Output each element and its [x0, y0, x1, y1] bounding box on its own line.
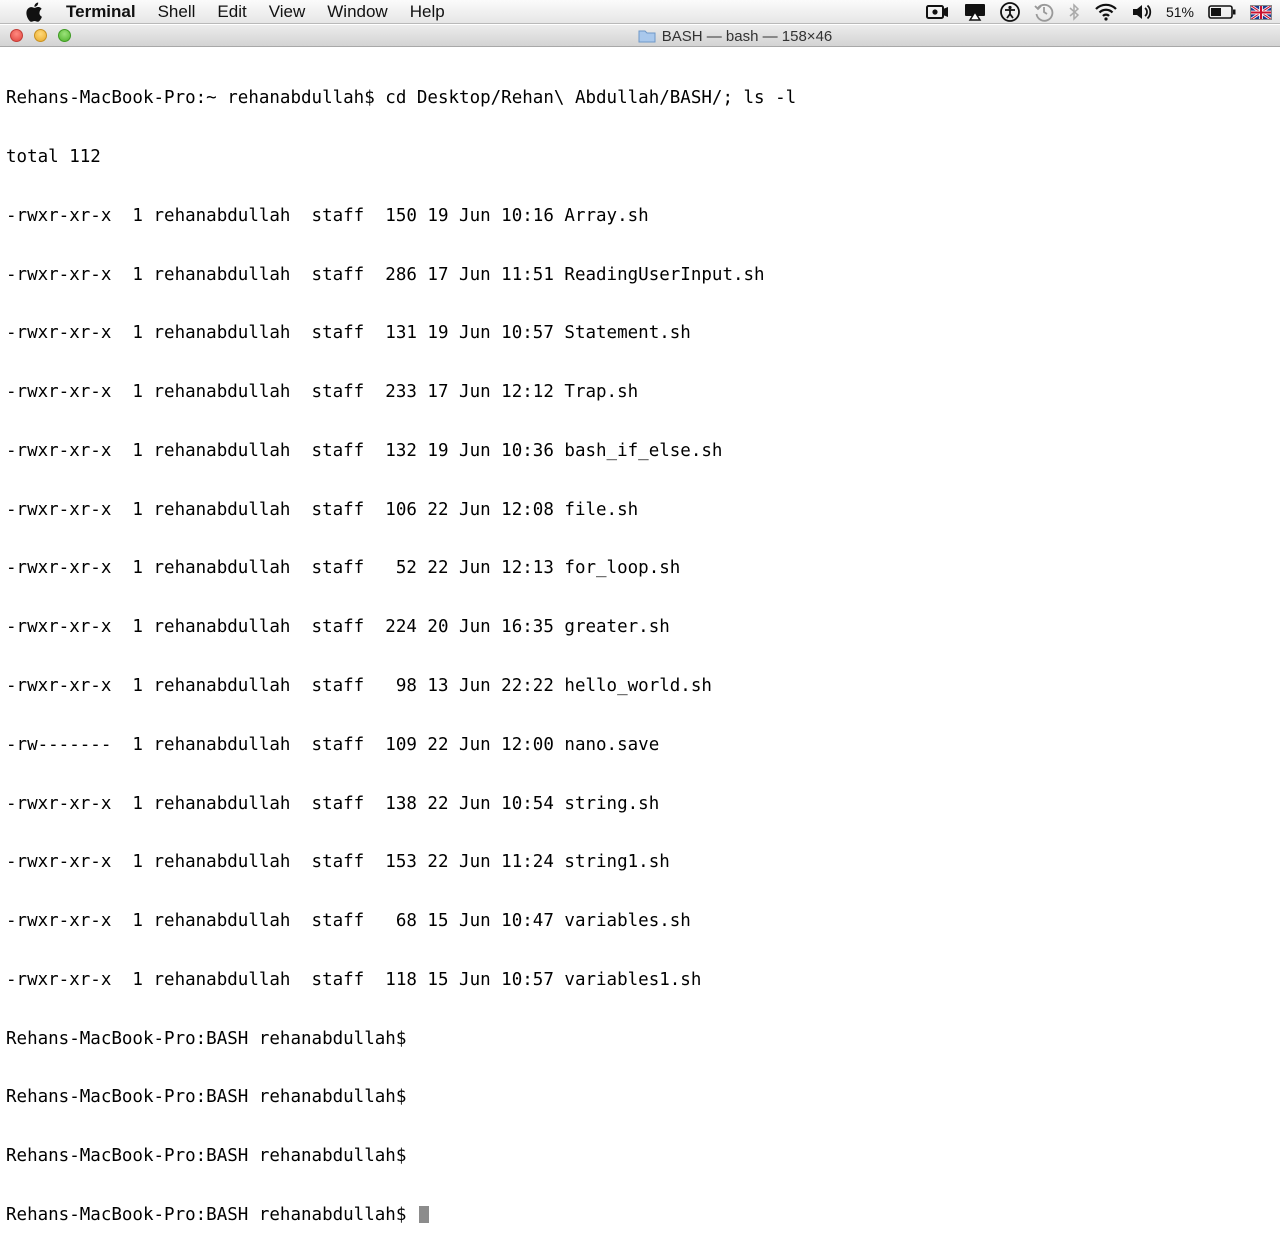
window-title-group: BASH — bash — 158×46 — [0, 25, 1280, 47]
prompt-line: Rehans-MacBook-Pro:BASH rehanabdullah$ — [6, 1146, 407, 1167]
prompt-line: Rehans-MacBook-Pro:BASH rehanabdullah$ — [6, 1028, 407, 1049]
screen-mirroring-icon[interactable] — [925, 0, 950, 24]
listing-row: -rw------- 1 rehanabdullah staff 109 22 … — [6, 734, 660, 755]
menu-window[interactable]: Window — [316, 0, 398, 24]
status-area: 51% — [925, 0, 1280, 24]
listing-row: -rwxr-xr-x 1 rehanabdullah staff 106 22 … — [6, 499, 639, 520]
listing-row: -rwxr-xr-x 1 rehanabdullah staff 52 22 J… — [6, 558, 681, 579]
airplay-icon[interactable] — [964, 0, 986, 24]
menu-view[interactable]: View — [258, 0, 317, 24]
active-prompt-line[interactable]: Rehans-MacBook-Pro:BASH rehanabdullah$ — [6, 1205, 1276, 1226]
listing-row: -rwxr-xr-x 1 rehanabdullah staff 138 22 … — [6, 793, 660, 814]
listing-row: -rwxr-xr-x 1 rehanabdullah staff 98 13 J… — [6, 676, 712, 696]
volume-icon[interactable] — [1132, 0, 1152, 24]
listing-row: -rwxr-xr-x 1 rehanabdullah staff 153 22 … — [6, 852, 670, 873]
accessibility-icon[interactable] — [1000, 0, 1020, 24]
menu-app-terminal[interactable]: Terminal — [56, 0, 147, 24]
uk-flag-icon[interactable] — [1250, 4, 1272, 20]
prompt-line: Rehans-MacBook-Pro:BASH rehanabdullah$ — [6, 1087, 407, 1108]
listing-row: -rwxr-xr-x 1 rehanabdullah staff 224 20 … — [6, 617, 670, 638]
bluetooth-icon[interactable] — [1068, 0, 1080, 24]
total-line: total 112 — [6, 146, 101, 167]
text-cursor — [418, 1206, 429, 1224]
menu-help[interactable]: Help — [399, 0, 456, 24]
active-prompt: Rehans-MacBook-Pro:BASH rehanabdullah$ — [6, 1205, 417, 1226]
wifi-icon[interactable] — [1094, 0, 1118, 24]
time-machine-icon[interactable] — [1034, 0, 1054, 24]
terminal-output[interactable]: Rehans-MacBook-Pro:~ rehanabdullah$ cd D… — [6, 50, 1276, 1225]
listing-row: -rwxr-xr-x 1 rehanabdullah staff 118 15 … — [6, 969, 702, 990]
listing-row: -rwxr-xr-x 1 rehanabdullah staff 132 19 … — [6, 440, 723, 461]
menu-edit[interactable]: Edit — [206, 0, 257, 24]
battery-icon[interactable] — [1208, 0, 1236, 24]
folder-icon — [638, 30, 656, 43]
window-titlebar[interactable]: BASH — bash — 158×46 — [0, 25, 1280, 47]
listing-row: -rwxr-xr-x 1 rehanabdullah staff 286 17 … — [6, 264, 765, 285]
battery-percent[interactable]: 51% — [1166, 4, 1194, 20]
listing-row: -rwxr-xr-x 1 rehanabdullah staff 150 19 … — [6, 205, 649, 226]
window-title: BASH — bash — 158×46 — [661, 27, 833, 45]
listing-row: -rwxr-xr-x 1 rehanabdullah staff 68 15 J… — [6, 911, 691, 932]
listing-row: -rwxr-xr-x 1 rehanabdullah staff 131 19 … — [6, 323, 691, 344]
apple-icon[interactable] — [12, 0, 56, 24]
menu-shell[interactable]: Shell — [147, 0, 207, 24]
command-line: Rehans-MacBook-Pro:~ rehanabdullah$ cd D… — [6, 88, 797, 109]
listing-row: -rwxr-xr-x 1 rehanabdullah staff 233 17 … — [6, 382, 639, 403]
menu-bar: Terminal Shell Edit View Window Help 51% — [0, 0, 1280, 24]
